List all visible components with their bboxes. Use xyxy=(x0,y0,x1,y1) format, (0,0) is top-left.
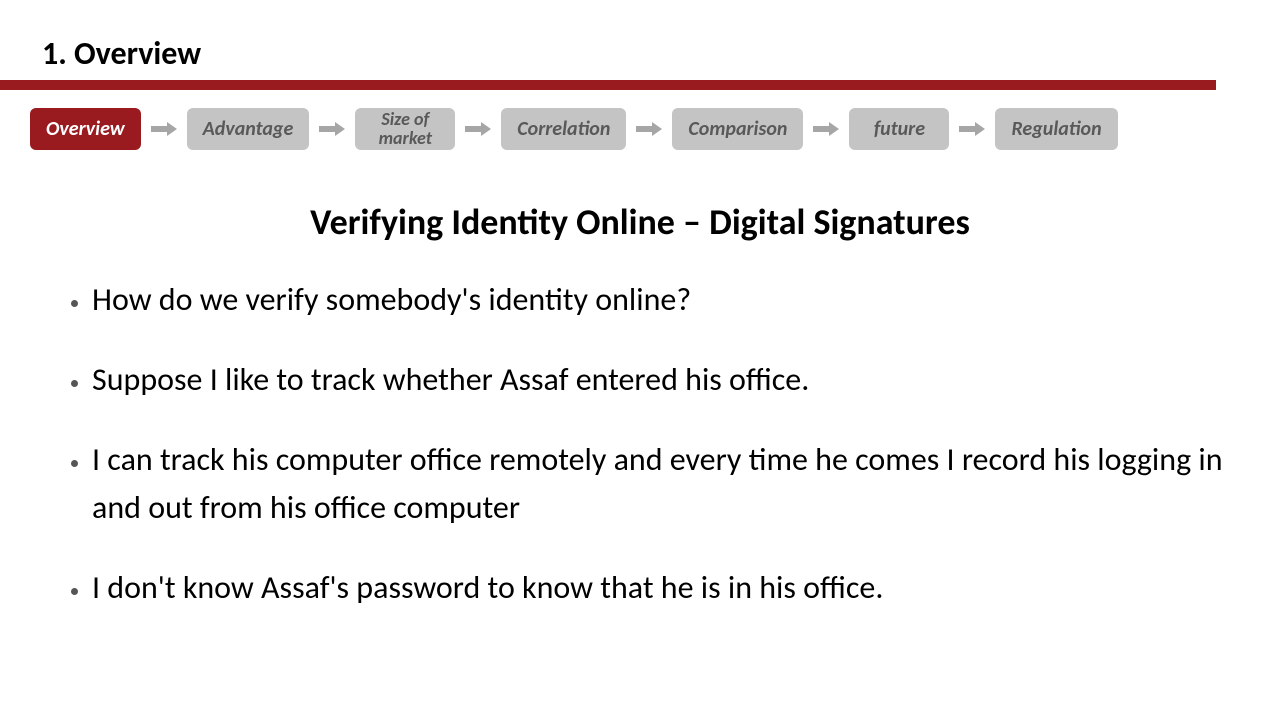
breadcrumb-item-size-of-market[interactable]: Size ofmarket xyxy=(355,108,455,150)
slide: 1. Overview Overview Advantage Size ofmark… xyxy=(0,0,1280,720)
breadcrumb-item-comparison[interactable]: Comparison xyxy=(672,108,803,150)
bullet-item: I don't know Assaf's password to know th… xyxy=(92,564,1232,612)
breadcrumb-item-regulation[interactable]: Regulation xyxy=(995,108,1117,150)
breadcrumb-item-future[interactable]: future xyxy=(849,108,949,150)
breadcrumb-item-correlation[interactable]: Correlation xyxy=(501,108,626,150)
bullet-item: How do we verify somebody's identity onl… xyxy=(92,276,1232,324)
bullet-item: Suppose I like to track whether Assaf en… xyxy=(92,356,1232,404)
arrow-icon xyxy=(636,123,662,135)
content-title: Verifying Identity Online – Digital Sign… xyxy=(0,200,1280,244)
bullet-list: How do we verify somebody's identity onl… xyxy=(40,276,1232,644)
arrow-icon xyxy=(319,123,345,135)
arrow-icon xyxy=(465,123,491,135)
breadcrumb-item-advantage[interactable]: Advantage xyxy=(187,108,310,150)
breadcrumb-nav: Overview Advantage Size ofmarket Correlatio… xyxy=(30,108,1118,150)
arrow-icon xyxy=(959,123,985,135)
section-title: 1. Overview xyxy=(42,34,201,73)
accent-bar xyxy=(0,80,1216,90)
breadcrumb-item-overview[interactable]: Overview xyxy=(30,108,141,150)
arrow-icon xyxy=(151,123,177,135)
arrow-icon xyxy=(813,123,839,135)
bullet-item: I can track his computer office remotely… xyxy=(92,436,1232,532)
